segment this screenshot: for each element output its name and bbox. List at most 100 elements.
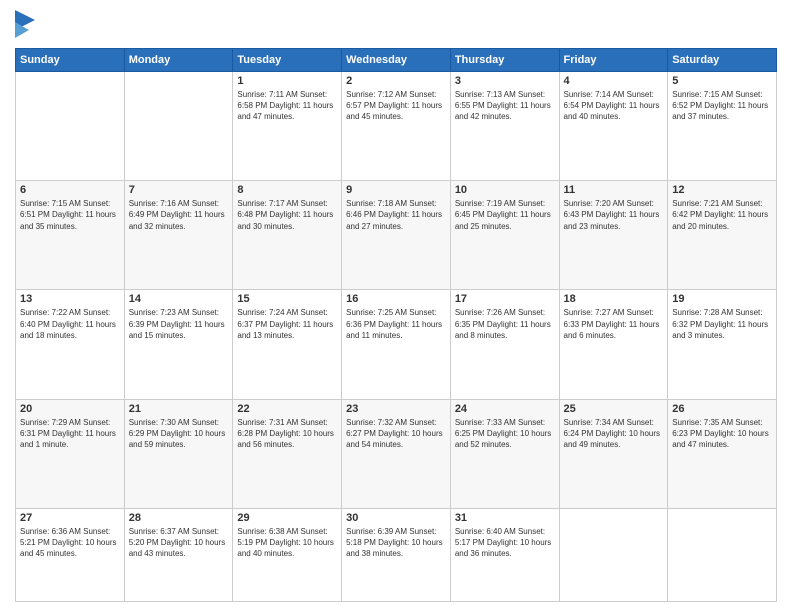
calendar-cell: 11 Sunrise: 7:20 AM Sunset: 6:43 PM Dayli… bbox=[559, 181, 668, 290]
day-number: 31 bbox=[455, 512, 555, 524]
calendar-cell: 21 Sunrise: 7:30 AM Sunset: 6:29 PM Dayli… bbox=[124, 399, 233, 508]
calendar-cell: 20 Sunrise: 7:29 AM Sunset: 6:31 PM Dayli… bbox=[16, 399, 125, 508]
day-number: 10 bbox=[455, 184, 555, 196]
day-number: 20 bbox=[20, 403, 120, 415]
day-number: 24 bbox=[455, 403, 555, 415]
calendar-week-row: 1 Sunrise: 7:11 AM Sunset: 6:58 PM Daylig… bbox=[16, 72, 777, 181]
day-number: 12 bbox=[672, 184, 772, 196]
day-number: 2 bbox=[346, 75, 446, 87]
day-number: 17 bbox=[455, 293, 555, 305]
calendar-cell: 13 Sunrise: 7:22 AM Sunset: 6:40 PM Dayli… bbox=[16, 290, 125, 399]
cell-info: Sunrise: 7:15 AM Sunset: 6:51 PM Dayligh… bbox=[20, 198, 120, 232]
calendar-cell: 23Sunrise: 7:32 AM Sunset: 6:27 PM Dayli… bbox=[342, 399, 451, 508]
day-number: 14 bbox=[129, 293, 229, 305]
calendar-cell: 31 Sunrise: 6:40 AM Sunset: 5:17 PM Dayli… bbox=[450, 508, 559, 601]
calendar-cell: 17 Sunrise: 7:26 AM Sunset: 6:35 PM Dayli… bbox=[450, 290, 559, 399]
day-number: 7 bbox=[129, 184, 229, 196]
day-number: 29 bbox=[237, 512, 337, 524]
calendar-cell: 30 Sunrise: 6:39 AM Sunset: 5:18 PM Dayli… bbox=[342, 508, 451, 601]
day-number: 23 bbox=[346, 403, 446, 415]
cell-info: Sunrise: 7:14 AM Sunset: 6:54 PM Dayligh… bbox=[564, 89, 664, 123]
day-number: 28 bbox=[129, 512, 229, 524]
cell-info: Sunrise: 7:34 AM Sunset: 6:24 PM Dayligh… bbox=[564, 417, 664, 451]
cell-info: Sunrise: 7:23 AM Sunset: 6:39 PM Dayligh… bbox=[129, 307, 229, 341]
calendar-cell: 5Sunrise: 7:15 AM Sunset: 6:52 PM Daylig… bbox=[668, 72, 777, 181]
calendar-cell: 2 Sunrise: 7:12 AM Sunset: 6:57 PM Daylig… bbox=[342, 72, 451, 181]
calendar-cell: 25Sunrise: 7:34 AM Sunset: 6:24 PM Dayli… bbox=[559, 399, 668, 508]
day-number: 8 bbox=[237, 184, 337, 196]
cell-info: Sunrise: 7:24 AM Sunset: 6:37 PM Dayligh… bbox=[237, 307, 337, 341]
cell-info: Sunrise: 7:28 AM Sunset: 6:32 PM Dayligh… bbox=[672, 307, 772, 341]
calendar-cell: 26 Sunrise: 7:35 AM Sunset: 6:23 PM Dayli… bbox=[668, 399, 777, 508]
calendar-header-monday: Monday bbox=[124, 49, 233, 72]
cell-info: Sunrise: 7:33 AM Sunset: 6:25 PM Dayligh… bbox=[455, 417, 555, 451]
cell-info: Sunrise: 7:20 AM Sunset: 6:43 PM Dayligh… bbox=[564, 198, 664, 232]
cell-info: Sunrise: 6:40 AM Sunset: 5:17 PM Dayligh… bbox=[455, 526, 555, 560]
day-number: 5 bbox=[672, 75, 772, 87]
day-number: 1 bbox=[237, 75, 337, 87]
logo-icon bbox=[15, 10, 35, 40]
calendar-cell: 15 Sunrise: 7:24 AM Sunset: 6:37 PM Dayli… bbox=[233, 290, 342, 399]
calendar-header-row: SundayMondayTuesdayWednesdayThursdayFrid… bbox=[16, 49, 777, 72]
calendar-header-wednesday: Wednesday bbox=[342, 49, 451, 72]
day-number: 19 bbox=[672, 293, 772, 305]
calendar-cell: 7 Sunrise: 7:16 AM Sunset: 6:49 PM Daylig… bbox=[124, 181, 233, 290]
cell-info: Sunrise: 7:25 AM Sunset: 6:36 PM Dayligh… bbox=[346, 307, 446, 341]
calendar-week-row: 27 Sunrise: 6:36 AM Sunset: 5:21 PM Dayli… bbox=[16, 508, 777, 601]
header bbox=[15, 10, 777, 40]
calendar-cell: 10 Sunrise: 7:19 AM Sunset: 6:45 PM Dayli… bbox=[450, 181, 559, 290]
calendar-header-saturday: Saturday bbox=[668, 49, 777, 72]
calendar-cell: 29 Sunrise: 6:38 AM Sunset: 5:19 PM Dayli… bbox=[233, 508, 342, 601]
cell-info: Sunrise: 7:22 AM Sunset: 6:40 PM Dayligh… bbox=[20, 307, 120, 341]
day-number: 26 bbox=[672, 403, 772, 415]
calendar-cell: 12 Sunrise: 7:21 AM Sunset: 6:42 PM Dayli… bbox=[668, 181, 777, 290]
day-number: 18 bbox=[564, 293, 664, 305]
calendar-cell: 1 Sunrise: 7:11 AM Sunset: 6:58 PM Daylig… bbox=[233, 72, 342, 181]
calendar-cell bbox=[559, 508, 668, 601]
calendar-cell: 14 Sunrise: 7:23 AM Sunset: 6:39 PM Dayli… bbox=[124, 290, 233, 399]
calendar-week-row: 6Sunrise: 7:15 AM Sunset: 6:51 PM Daylig… bbox=[16, 181, 777, 290]
calendar-header-tuesday: Tuesday bbox=[233, 49, 342, 72]
cell-info: Sunrise: 7:16 AM Sunset: 6:49 PM Dayligh… bbox=[129, 198, 229, 232]
calendar-cell bbox=[16, 72, 125, 181]
calendar-cell: 3Sunrise: 7:13 AM Sunset: 6:55 PM Daylig… bbox=[450, 72, 559, 181]
day-number: 16 bbox=[346, 293, 446, 305]
cell-info: Sunrise: 7:21 AM Sunset: 6:42 PM Dayligh… bbox=[672, 198, 772, 232]
calendar-header-friday: Friday bbox=[559, 49, 668, 72]
day-number: 15 bbox=[237, 293, 337, 305]
calendar-cell: 9 Sunrise: 7:18 AM Sunset: 6:46 PM Daylig… bbox=[342, 181, 451, 290]
cell-info: Sunrise: 6:38 AM Sunset: 5:19 PM Dayligh… bbox=[237, 526, 337, 560]
cell-info: Sunrise: 7:18 AM Sunset: 6:46 PM Dayligh… bbox=[346, 198, 446, 232]
day-number: 30 bbox=[346, 512, 446, 524]
day-number: 27 bbox=[20, 512, 120, 524]
cell-info: Sunrise: 7:35 AM Sunset: 6:23 PM Dayligh… bbox=[672, 417, 772, 451]
cell-info: Sunrise: 7:27 AM Sunset: 6:33 PM Dayligh… bbox=[564, 307, 664, 341]
cell-info: Sunrise: 7:29 AM Sunset: 6:31 PM Dayligh… bbox=[20, 417, 120, 451]
day-number: 13 bbox=[20, 293, 120, 305]
calendar-cell: 6Sunrise: 7:15 AM Sunset: 6:51 PM Daylig… bbox=[16, 181, 125, 290]
cell-info: Sunrise: 7:26 AM Sunset: 6:35 PM Dayligh… bbox=[455, 307, 555, 341]
calendar-cell: 28 Sunrise: 6:37 AM Sunset: 5:20 PM Dayli… bbox=[124, 508, 233, 601]
day-number: 3 bbox=[455, 75, 555, 87]
calendar-cell: 24 Sunrise: 7:33 AM Sunset: 6:25 PM Dayli… bbox=[450, 399, 559, 508]
calendar-table: SundayMondayTuesdayWednesdayThursdayFrid… bbox=[15, 48, 777, 602]
calendar-cell: 4 Sunrise: 7:14 AM Sunset: 6:54 PM Daylig… bbox=[559, 72, 668, 181]
day-number: 9 bbox=[346, 184, 446, 196]
page: SundayMondayTuesdayWednesdayThursdayFrid… bbox=[0, 0, 792, 612]
cell-info: Sunrise: 7:30 AM Sunset: 6:29 PM Dayligh… bbox=[129, 417, 229, 451]
cell-info: Sunrise: 7:11 AM Sunset: 6:58 PM Dayligh… bbox=[237, 89, 337, 123]
day-number: 4 bbox=[564, 75, 664, 87]
day-number: 21 bbox=[129, 403, 229, 415]
calendar-cell bbox=[124, 72, 233, 181]
cell-info: Sunrise: 7:19 AM Sunset: 6:45 PM Dayligh… bbox=[455, 198, 555, 232]
cell-info: Sunrise: 6:39 AM Sunset: 5:18 PM Dayligh… bbox=[346, 526, 446, 560]
calendar-cell: 18 Sunrise: 7:27 AM Sunset: 6:33 PM Dayli… bbox=[559, 290, 668, 399]
calendar-cell: 22Sunrise: 7:31 AM Sunset: 6:28 PM Dayli… bbox=[233, 399, 342, 508]
cell-info: Sunrise: 7:31 AM Sunset: 6:28 PM Dayligh… bbox=[237, 417, 337, 451]
calendar-week-row: 13 Sunrise: 7:22 AM Sunset: 6:40 PM Dayli… bbox=[16, 290, 777, 399]
cell-info: Sunrise: 6:37 AM Sunset: 5:20 PM Dayligh… bbox=[129, 526, 229, 560]
cell-info: Sunrise: 7:12 AM Sunset: 6:57 PM Dayligh… bbox=[346, 89, 446, 123]
calendar-week-row: 20 Sunrise: 7:29 AM Sunset: 6:31 PM Dayli… bbox=[16, 399, 777, 508]
cell-info: Sunrise: 6:36 AM Sunset: 5:21 PM Dayligh… bbox=[20, 526, 120, 560]
day-number: 11 bbox=[564, 184, 664, 196]
